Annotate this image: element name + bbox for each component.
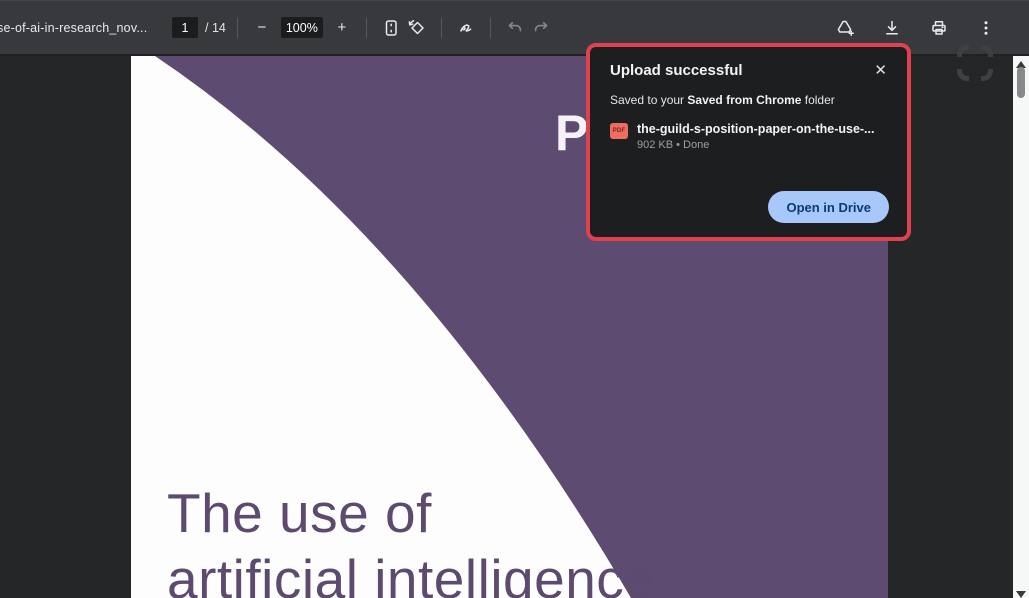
file-info: the-guild-s-position-paper-on-the-use-..… bbox=[637, 122, 874, 151]
annotate-button[interactable] bbox=[453, 15, 479, 41]
file-meta: 902 KB • Done bbox=[637, 139, 710, 151]
folder-name: Saved from Chrome bbox=[687, 93, 802, 107]
notification-message: Saved to your Saved from Chrome folder bbox=[610, 93, 835, 107]
toolbar-divider bbox=[236, 17, 238, 38]
corner-mark-top-right bbox=[981, 45, 993, 57]
pen-squiggle-icon bbox=[460, 23, 472, 32]
document-title-line2: artificial intelligence bbox=[167, 548, 656, 598]
page-total-label: / 14 bbox=[205, 20, 226, 35]
corner-mark-bottom-left bbox=[957, 69, 969, 81]
more-options-button[interactable] bbox=[973, 15, 999, 41]
toolbar-divider bbox=[365, 17, 367, 38]
open-in-drive-button[interactable]: Open in Drive bbox=[768, 191, 889, 223]
kebab-menu-icon bbox=[984, 20, 988, 35]
print-button[interactable] bbox=[926, 15, 952, 41]
pdf-viewer-window: se-of-ai-in-research_nov... 1 / 14 − 100… bbox=[0, 0, 1029, 598]
document-filename: se-of-ai-in-research_nov... bbox=[0, 20, 148, 35]
document-title: The use of artificial intelligence bbox=[167, 480, 655, 598]
toolbar-divider bbox=[489, 17, 491, 38]
upload-notification-popup: Upload successful ✕ Saved to your Saved … bbox=[586, 43, 911, 241]
pdf-file-icon: PDF bbox=[610, 123, 628, 139]
zoom-in-button[interactable]: + bbox=[329, 15, 355, 41]
download-icon bbox=[886, 20, 898, 35]
zoom-level-input[interactable]: 100% bbox=[280, 17, 323, 38]
add-to-drive-button[interactable] bbox=[832, 15, 858, 41]
document-heading-fragment: P bbox=[555, 105, 589, 161]
add-to-drive-icon bbox=[837, 20, 854, 36]
scrollbar-thumb[interactable] bbox=[1017, 67, 1025, 98]
rotate-icon bbox=[408, 19, 424, 34]
rotate-button[interactable] bbox=[404, 15, 430, 41]
viewport-corner-marks bbox=[957, 45, 993, 81]
zoom-out-button[interactable]: − bbox=[249, 15, 275, 41]
redo-button[interactable] bbox=[528, 15, 554, 41]
file-name: the-guild-s-position-paper-on-the-use-..… bbox=[637, 122, 875, 136]
vertical-scrollbar[interactable] bbox=[1013, 56, 1029, 598]
fit-to-page-icon bbox=[385, 19, 397, 36]
page-navigation: 1 / 14 bbox=[172, 17, 226, 38]
undo-button[interactable] bbox=[502, 15, 528, 41]
corner-mark-bottom-right bbox=[981, 69, 993, 81]
notification-title: Upload successful bbox=[610, 62, 743, 79]
scroll-down-arrow[interactable] bbox=[1016, 591, 1026, 598]
document-title-line1: The use of bbox=[167, 482, 432, 544]
upload-notification-content: Upload successful ✕ Saved to your Saved … bbox=[590, 47, 907, 237]
download-button[interactable] bbox=[879, 15, 905, 41]
uploaded-file-row[interactable]: PDF the-guild-s-position-paper-on-the-us… bbox=[610, 122, 887, 151]
toolbar-right-actions bbox=[832, 15, 999, 41]
redo-icon bbox=[534, 21, 548, 31]
page-number-input[interactable]: 1 bbox=[172, 17, 198, 38]
fit-to-page-button[interactable] bbox=[378, 15, 404, 41]
corner-mark-top-left bbox=[957, 45, 969, 57]
undo-icon bbox=[508, 21, 522, 31]
print-icon bbox=[932, 20, 946, 35]
close-icon[interactable]: ✕ bbox=[870, 59, 891, 82]
toolbar-divider bbox=[440, 17, 442, 38]
